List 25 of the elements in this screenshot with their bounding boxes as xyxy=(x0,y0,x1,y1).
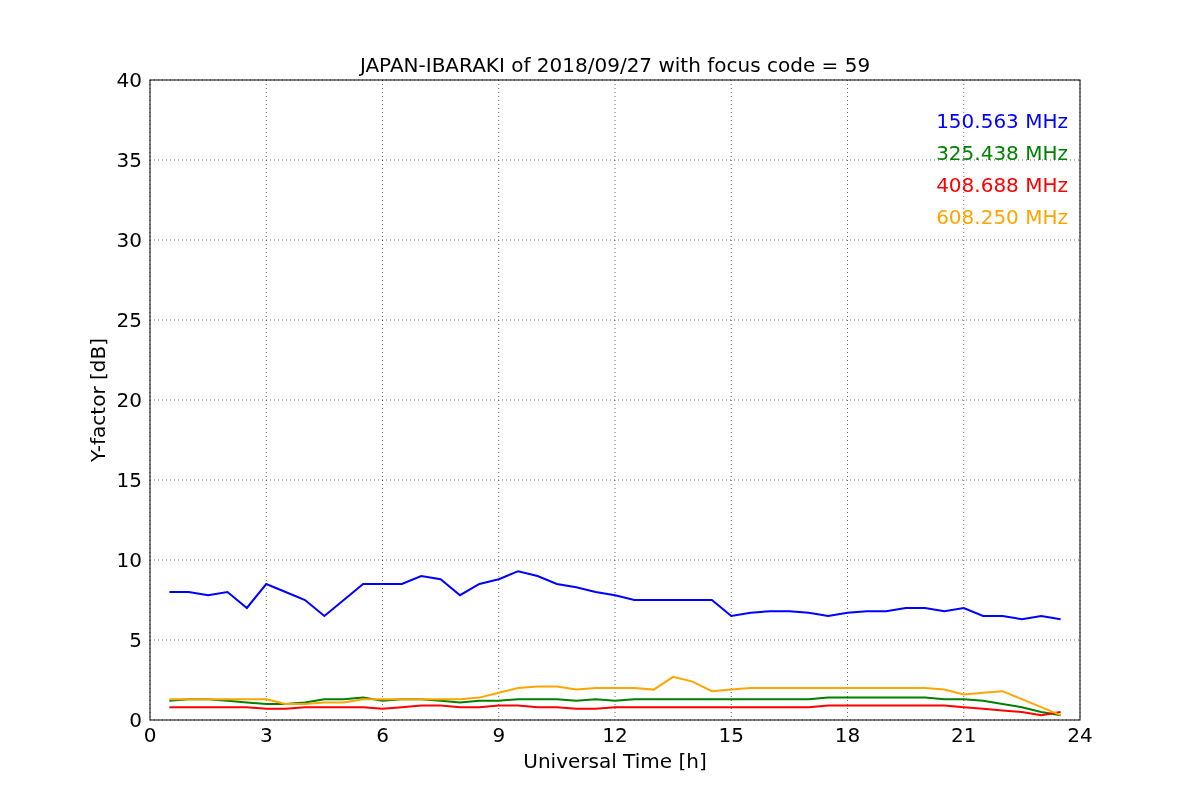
y-tick-label: 5 xyxy=(129,628,142,652)
x-tick-label: 0 xyxy=(143,723,157,747)
x-tick-label: 3 xyxy=(259,723,273,747)
y-tick-label: 40 xyxy=(116,68,142,92)
x-tick-label: 24 xyxy=(1067,723,1093,747)
x-tick-label: 6 xyxy=(376,723,389,747)
y-tick-label: 15 xyxy=(116,468,142,492)
legend-label: 325.438 MHz xyxy=(936,141,1068,165)
y-tick-label: 10 xyxy=(116,548,142,572)
legend-label: 608.250 MHz xyxy=(936,205,1068,229)
y-tick-label: 30 xyxy=(116,228,142,252)
y-tick-label: 0 xyxy=(129,708,142,732)
x-tick-label: 12 xyxy=(602,723,628,747)
x-tick-label: 9 xyxy=(492,723,506,747)
x-axis-label: Universal Time [h] xyxy=(523,749,707,773)
x-tick-label: 15 xyxy=(718,723,744,747)
chart-title: JAPAN-IBARAKI of 2018/09/27 with focus code = 59 xyxy=(359,53,871,77)
x-tick-label: 21 xyxy=(951,723,977,747)
x-tick-label: 18 xyxy=(834,723,861,747)
y-axis-label: Y-factor [dB] xyxy=(86,338,110,462)
legend-label: 150.563 MHz xyxy=(936,109,1068,133)
y-tick-label: 20 xyxy=(116,388,142,412)
legend-label: 408.688 MHz xyxy=(936,173,1068,197)
y-tick-label: 25 xyxy=(116,308,142,332)
y-tick-label: 35 xyxy=(116,148,142,172)
